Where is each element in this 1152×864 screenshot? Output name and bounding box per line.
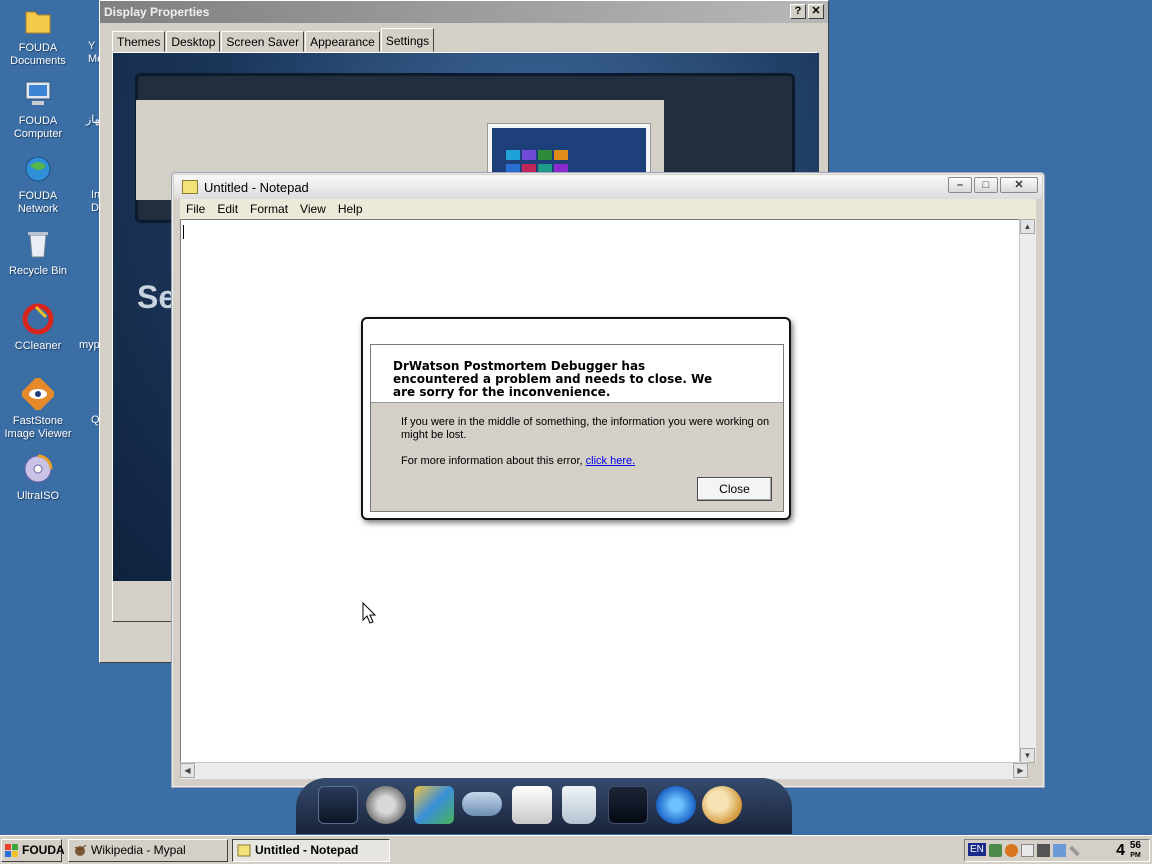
notepad-icon: [237, 844, 251, 857]
windows-flag-icon: [5, 844, 18, 857]
clock-ampm: PM: [1130, 852, 1141, 859]
desktop-icon-label: UltraISO: [16, 490, 60, 502]
desktop-icon-computer[interactable]: FOUDA Computer: [0, 77, 76, 141]
text-caret: [183, 225, 184, 239]
computer-icon: [21, 77, 55, 111]
system-tray: EN 4 56 PM: [964, 839, 1150, 862]
dialog-content: DrWatson Postmortem Debugger has encount…: [370, 344, 784, 512]
tray-printer-icon[interactable]: [1037, 844, 1050, 857]
close-button[interactable]: ✕: [808, 4, 824, 19]
tab-desktop[interactable]: Desktop: [166, 31, 221, 52]
desktop-icon-label: FOUDA Computer: [13, 115, 63, 140]
window-title: Display Properties: [104, 5, 210, 19]
language-indicator[interactable]: EN: [968, 843, 986, 856]
window-titlebar[interactable]: Untitled - Notepad – □ ✕: [174, 175, 1042, 199]
taskbar-item-label: Wikipedia - Mypal: [91, 843, 186, 857]
taskbar-item-notepad[interactable]: Untitled - Notepad: [232, 839, 390, 862]
tab-settings[interactable]: Settings: [380, 28, 435, 52]
clock-hour[interactable]: 4: [1116, 842, 1125, 860]
clock-minute: 56: [1129, 840, 1141, 851]
mouse-cursor-icon: [362, 602, 377, 624]
notepad-icon: [182, 180, 198, 194]
menu-bar: File Edit Format View Help: [180, 199, 1036, 219]
taskbar: FOUDA Wikipedia - Mypal Untitled - Notep…: [0, 835, 1152, 864]
faststone-eye-icon: [21, 377, 55, 411]
tray-network-icon[interactable]: [989, 844, 1002, 857]
network-globe-icon: [21, 152, 55, 186]
close-button[interactable]: Close: [697, 477, 772, 501]
tab-appearance[interactable]: Appearance: [305, 31, 380, 52]
desktop-icon-network[interactable]: FOUDA Network: [0, 152, 76, 216]
disc-icon: [21, 452, 55, 486]
window-title: Untitled - Notepad: [204, 180, 309, 195]
desktop-icon-label: CCleaner: [14, 340, 62, 352]
menu-edit[interactable]: Edit: [211, 202, 244, 216]
desktop-icon-documents[interactable]: FOUDA Documents: [0, 4, 76, 68]
more-info-text: For more information about this error,: [401, 455, 586, 467]
menu-view[interactable]: View: [294, 202, 332, 216]
window-titlebar[interactable]: Display Properties ? ✕: [100, 1, 828, 23]
ccleaner-icon: [21, 302, 55, 336]
dock-drive-icon[interactable]: [462, 792, 502, 816]
tab-screen-saver[interactable]: Screen Saver: [221, 31, 305, 52]
scroll-right-arrow-icon[interactable]: ▶: [1013, 763, 1028, 778]
tray-antivirus-icon[interactable]: [1005, 844, 1018, 857]
tray-tools-icon[interactable]: [1069, 845, 1080, 857]
scroll-down-arrow-icon[interactable]: ▼: [1020, 748, 1035, 763]
start-button[interactable]: FOUDA: [1, 839, 65, 862]
menu-help[interactable]: Help: [332, 202, 369, 216]
error-message: If you were in the middle of something, …: [401, 416, 770, 441]
tab-strip: Themes Desktop Screen Saver Appearance S…: [112, 28, 435, 52]
desktop-icon-ccleaner[interactable]: CCleaner: [0, 302, 76, 353]
dock-drive-icon[interactable]: [512, 786, 552, 824]
dock-monitor-icon[interactable]: [318, 786, 358, 824]
scroll-up-arrow-icon[interactable]: ▲: [1020, 219, 1035, 234]
error-dialog: DrWatson Postmortem Debugger has encount…: [361, 317, 791, 520]
close-button[interactable]: ✕: [1000, 177, 1038, 193]
mypal-browser-icon: [74, 844, 87, 856]
taskbar-item-label: Untitled - Notepad: [255, 843, 359, 857]
dock-internet-explorer-icon[interactable]: [656, 786, 696, 824]
maximize-button[interactable]: □: [974, 177, 998, 193]
start-label: FOUDA: [22, 843, 65, 857]
dock-display-icon[interactable]: [608, 786, 648, 824]
dock-settings-gear-icon[interactable]: [366, 786, 406, 824]
partial-desktop-label: myp: [79, 339, 100, 351]
desktop-icon-label: FOUDA Documents: [10, 42, 66, 67]
desktop-icon-recycle-bin[interactable]: Recycle Bin: [0, 227, 76, 278]
desktop-icon-label: FastStone Image Viewer: [4, 415, 72, 440]
horizontal-scrollbar[interactable]: ◀ ▶: [180, 762, 1028, 779]
desktop-icon-ultraiso[interactable]: UltraISO: [0, 452, 76, 503]
folder-icon: [21, 4, 55, 38]
recycle-bin-icon: [21, 227, 55, 261]
scroll-left-arrow-icon[interactable]: ◀: [180, 763, 195, 778]
minimize-button[interactable]: –: [948, 177, 972, 193]
dock-recycle-bin-icon[interactable]: [562, 786, 596, 824]
tray-document-icon[interactable]: [1021, 844, 1034, 857]
desktop-icon-label: Recycle Bin: [8, 265, 68, 277]
tab-themes[interactable]: Themes: [112, 31, 166, 52]
dock-paint-palette-icon[interactable]: [702, 786, 742, 824]
dock-control-panel-icon[interactable]: [414, 786, 454, 824]
vertical-scrollbar[interactable]: ▲ ▼: [1019, 219, 1036, 763]
dialog-body: If you were in the middle of something, …: [371, 402, 783, 511]
clock-minute-ampm[interactable]: 56 PM: [1130, 841, 1141, 861]
help-button[interactable]: ?: [790, 4, 806, 19]
taskbar-item-mypal[interactable]: Wikipedia - Mypal: [68, 839, 228, 862]
click-here-link[interactable]: click here.: [586, 455, 636, 467]
error-heading: DrWatson Postmortem Debugger has encount…: [393, 359, 713, 399]
more-info-line: For more information about this error, c…: [401, 455, 771, 468]
menu-file[interactable]: File: [180, 202, 211, 216]
desktop-icon-label: FOUDA Network: [17, 190, 59, 215]
tray-display-icon[interactable]: [1053, 844, 1066, 857]
menu-format[interactable]: Format: [244, 202, 294, 216]
desktop-icon-faststone[interactable]: FastStone Image Viewer: [0, 377, 76, 441]
